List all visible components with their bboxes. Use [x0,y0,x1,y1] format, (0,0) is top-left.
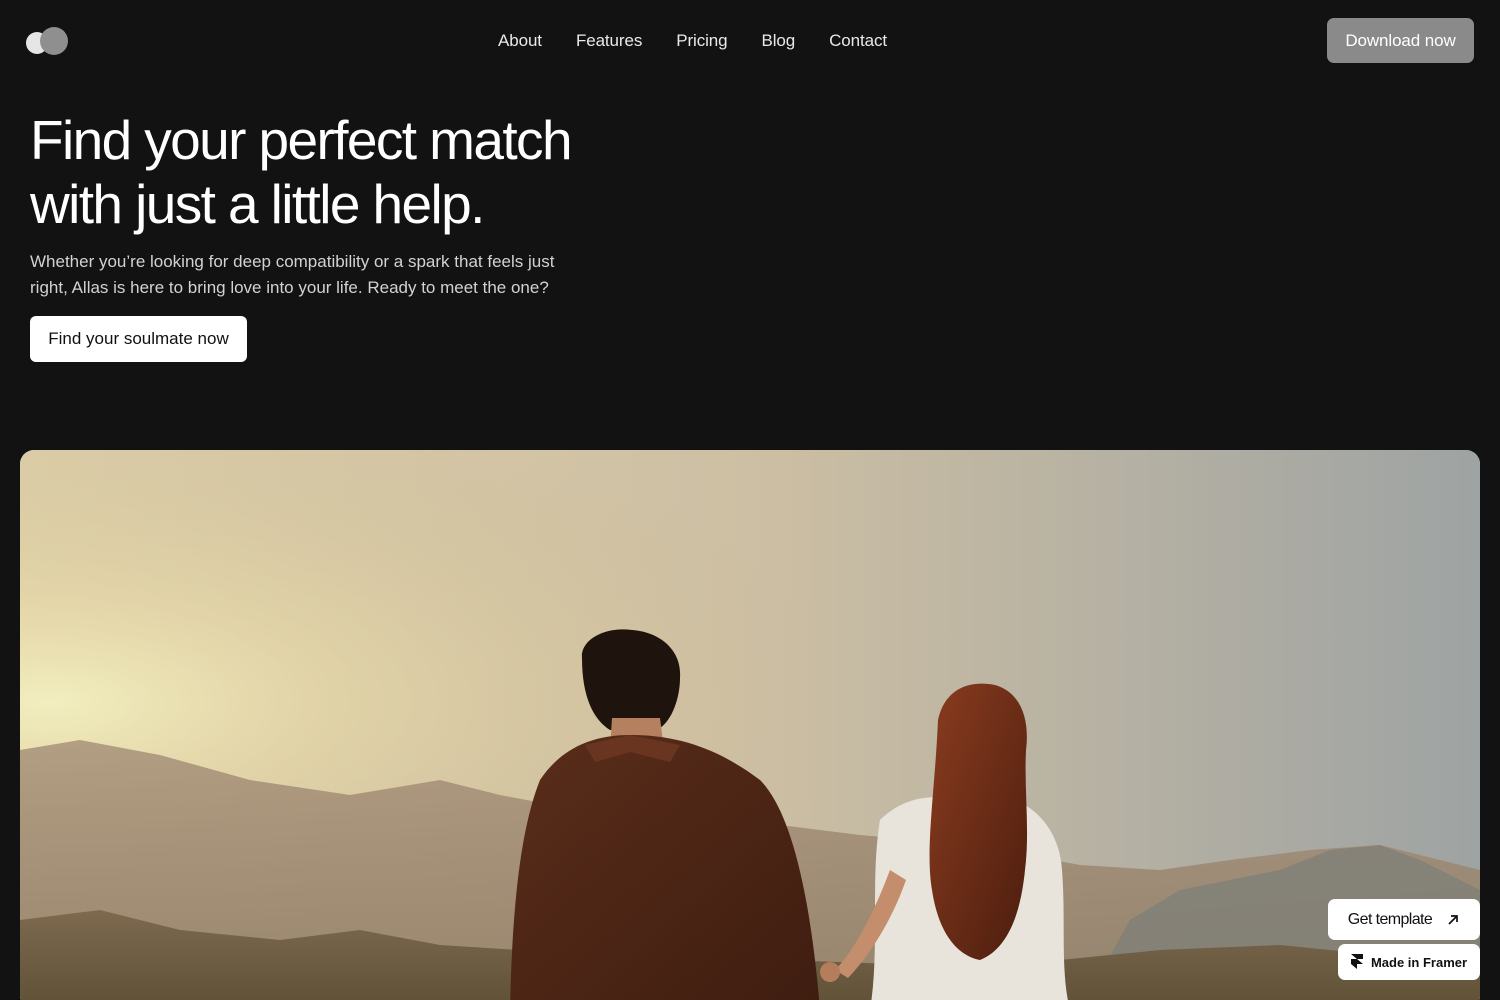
hero-title: Find your perfect match with just a litt… [30,108,650,236]
toggle-logo-icon[interactable] [26,27,70,55]
main-nav: About Features Pricing Blog Contact [498,29,887,53]
hero-subtitle: Whether you’re looking for deep compatib… [30,252,555,297]
get-template-button[interactable]: Get template [1328,899,1480,940]
nav-link-contact[interactable]: Contact [829,29,887,53]
download-now-button[interactable]: Download now [1327,18,1474,63]
hero-illustration [20,450,1480,1000]
nav-link-blog[interactable]: Blog [762,29,796,53]
hero-title-line-1: Find your perfect match [30,109,573,171]
joined-hands [820,962,840,982]
landing-page: About Features Pricing Blog Contact Down… [0,0,1500,1000]
made-in-framer-badge[interactable]: Made in Framer [1338,944,1480,980]
arrow-up-right-icon [1448,914,1459,925]
nav-link-features[interactable]: Features [576,29,642,53]
woman-hair [929,683,1028,960]
get-template-label: Get template [1347,910,1433,928]
framer-icon [1350,954,1363,969]
hero-title-line-2: with just a little help. [30,173,485,235]
hero-image [20,450,1480,1000]
find-soulmate-button[interactable]: Find your soulmate now [30,316,247,362]
nav-link-pricing[interactable]: Pricing [676,29,727,53]
made-in-framer-label: Made in Framer [1370,954,1468,970]
man-hair [581,629,681,730]
logo-right-circle [40,27,68,55]
nav-link-about[interactable]: About [498,29,542,53]
